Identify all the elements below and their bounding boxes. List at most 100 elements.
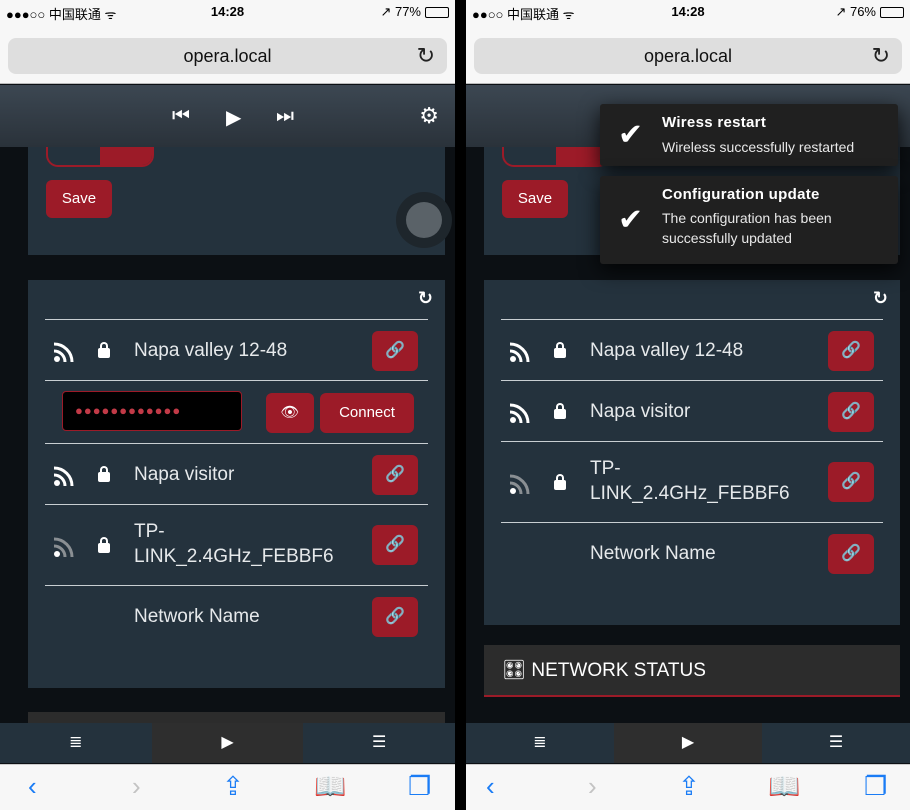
battery-status: ↗ 76% — [835, 4, 904, 20]
battery-icon — [880, 6, 904, 18]
dashboard-icon: 🎛 — [502, 660, 527, 681]
tabs-icon[interactable]: ❐ — [864, 771, 887, 802]
left-screenshot: ●●●○○ 中国联通 ᯤ 14:28 ↗ 77% opera.local ↻ ⏮… — [0, 0, 455, 810]
wifi-signal-weak-icon — [510, 474, 530, 494]
network-row[interactable]: TP-LINK_2.4GHz_FEBBF6 🔗 — [28, 505, 445, 585]
forward-icon[interactable]: › — [132, 771, 141, 802]
share-icon[interactable]: ⇪ — [678, 771, 700, 802]
wifi-signal-strong-icon — [510, 403, 530, 423]
tab-queue[interactable]: ≣ — [466, 723, 614, 763]
toast-title: Configuration update — [662, 186, 820, 203]
network-row[interactable]: Napa valley 12-48 🔗 — [484, 320, 900, 380]
network-status-title: NETWORK STATUS — [531, 660, 706, 681]
floating-action-button[interactable] — [396, 192, 452, 248]
wifi-signal-strong-icon — [54, 342, 74, 362]
password-row: ●●●●●●●●●●●● 👁 Connect — [28, 381, 445, 443]
check-icon: ✔ — [618, 203, 644, 237]
toggle-switch[interactable] — [46, 147, 154, 167]
toast-message: Wireless successfully restarted — [662, 139, 855, 155]
wifi-networks-panel: ↻ Napa valley 12-48 🔗 Napa visitor 🔗 TP-… — [484, 280, 900, 625]
save-button[interactable]: Save — [502, 180, 568, 218]
address-bar-area: opera.local ↻ — [0, 22, 455, 84]
link-icon: 🔗 — [841, 545, 861, 562]
link-button[interactable]: 🔗 — [828, 534, 874, 574]
wifi-signal-strong-icon — [510, 342, 530, 362]
wifi-signal-strong-icon — [54, 466, 74, 486]
link-button[interactable]: 🔗 — [372, 525, 418, 565]
password-input[interactable]: ●●●●●●●●●●●● — [62, 391, 242, 431]
link-button[interactable]: 🔗 — [828, 331, 874, 371]
network-row[interactable]: Network Name 🔗 — [484, 523, 900, 583]
forward-icon[interactable]: › — [588, 771, 597, 802]
reload-icon[interactable]: ↻ — [417, 38, 435, 74]
bookmarks-icon[interactable]: 📖 — [314, 771, 346, 802]
tab-playlist[interactable]: ☰ — [762, 723, 910, 763]
link-icon: 🔗 — [385, 536, 405, 553]
check-icon: ✔ — [618, 118, 644, 152]
browser-toolbar: ‹ › ⇪ 📖 ❐ — [466, 764, 910, 810]
play-icon[interactable]: ▶ — [226, 105, 241, 130]
toggle-switch[interactable] — [502, 147, 610, 167]
address-bar[interactable]: opera.local ↻ — [8, 38, 447, 74]
link-button[interactable]: 🔗 — [372, 455, 418, 495]
link-button[interactable]: 🔗 — [828, 462, 874, 502]
show-password-button[interactable]: 👁 — [266, 393, 314, 433]
url-text: opera.local — [183, 46, 272, 66]
tab-player[interactable]: ▶ — [614, 723, 762, 763]
link-button[interactable]: 🔗 — [372, 331, 418, 371]
previous-track-icon[interactable]: ⏮ — [172, 105, 190, 128]
app-tab-bar: ≣ ▶ ☰ — [466, 723, 910, 763]
network-ssid: Network Name — [134, 606, 260, 627]
toast-wireless-restart[interactable]: ✔ Wiress restart Wireless successfully r… — [600, 104, 898, 166]
tab-player[interactable]: ▶ — [151, 723, 304, 763]
network-ssid: TP-LINK_2.4GHz_FEBBF6 — [590, 458, 790, 504]
back-icon[interactable]: ‹ — [486, 771, 495, 802]
battery-percent: ↗ 77% — [380, 4, 421, 19]
network-ssid: Napa visitor — [590, 401, 691, 422]
link-icon: 🔗 — [385, 342, 405, 359]
network-row[interactable]: Napa visitor 🔗 — [28, 444, 445, 504]
tab-playlist[interactable]: ☰ — [303, 723, 455, 763]
network-row[interactable]: Napa valley 12-48 🔗 — [28, 320, 445, 380]
network-row[interactable]: Napa visitor 🔗 — [484, 381, 900, 441]
address-bar[interactable]: opera.local ↻ — [474, 38, 902, 74]
lock-icon — [98, 342, 110, 358]
status-bar: ●●○○ 中国联通 ᯤ 14:28 ↗ 76% — [466, 0, 910, 22]
bookmarks-icon[interactable]: 📖 — [768, 771, 800, 802]
link-icon: 🔗 — [841, 403, 861, 420]
network-row[interactable]: TP-LINK_2.4GHz_FEBBF6 🔗 — [484, 442, 900, 522]
back-icon[interactable]: ‹ — [28, 771, 37, 802]
toast-configuration-update[interactable]: ✔ Configuration update The configuration… — [600, 176, 898, 264]
lock-icon — [554, 342, 566, 358]
refresh-icon[interactable]: ↻ — [873, 288, 888, 309]
link-icon: 🔗 — [385, 466, 405, 483]
address-bar-area: opera.local ↻ — [466, 22, 910, 84]
tab-queue[interactable]: ≣ — [0, 723, 152, 763]
app-tab-bar: ≣ ▶ ☰ — [0, 723, 455, 763]
settings-gear-icon[interactable]: ⚙ — [419, 103, 439, 129]
link-icon: 🔗 — [841, 473, 861, 490]
save-button[interactable]: Save — [46, 180, 112, 218]
battery-status: ↗ 77% — [380, 4, 449, 20]
connect-button[interactable]: Connect — [320, 393, 414, 433]
lock-icon — [554, 474, 566, 490]
link-icon: 🔗 — [841, 342, 861, 359]
link-icon: 🔗 — [385, 608, 405, 625]
battery-percent: ↗ 76% — [835, 4, 876, 19]
link-button[interactable]: 🔗 — [828, 392, 874, 432]
right-screenshot: ●●○○ 中国联通 ᯤ 14:28 ↗ 76% opera.local ↻ Sa… — [466, 0, 910, 810]
network-row[interactable]: Network Name 🔗 — [28, 586, 445, 646]
share-icon[interactable]: ⇪ — [222, 771, 244, 802]
network-ssid: Napa visitor — [134, 464, 235, 485]
reload-icon[interactable]: ↻ — [872, 38, 890, 74]
link-button[interactable]: 🔗 — [372, 597, 418, 637]
refresh-icon[interactable]: ↻ — [418, 288, 433, 309]
next-track-icon[interactable]: ⏭ — [276, 105, 294, 128]
wifi-networks-panel: ↻ Napa valley 12-48 🔗 ●●●●●●●●●●●● 👁 Con… — [28, 280, 445, 688]
network-ssid: TP-LINK_2.4GHz_FEBBF6 — [134, 521, 334, 567]
lock-icon — [98, 537, 110, 553]
browser-toolbar: ‹ › ⇪ 📖 ❐ — [0, 764, 455, 810]
tabs-icon[interactable]: ❐ — [408, 771, 431, 802]
lock-icon — [554, 403, 566, 419]
wifi-signal-weak-icon — [54, 537, 74, 557]
